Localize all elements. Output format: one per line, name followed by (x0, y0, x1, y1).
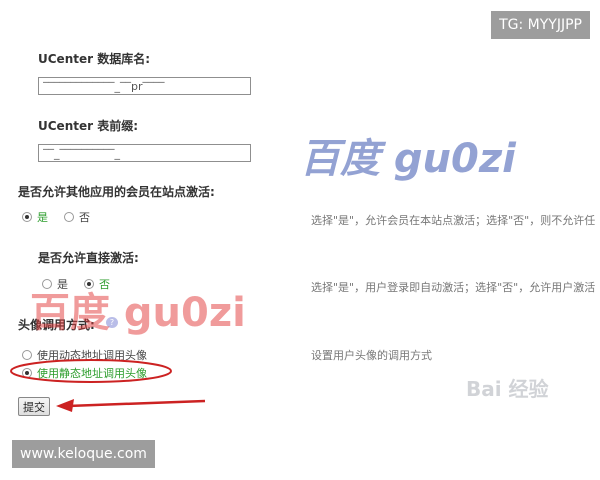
table-prefix-input[interactable] (38, 144, 251, 162)
help-icon: ? (106, 317, 118, 328)
avatar-static-label[interactable]: 使用静态地址调用头像 (37, 365, 147, 381)
avatar-static-radio[interactable] (22, 368, 32, 378)
baidu-jingyan-watermark: Bai 经验 (466, 377, 549, 401)
table-prefix-label: UCenter 表前缀: (38, 119, 139, 133)
other-app-activate-options: 是 否 (22, 209, 90, 225)
direct-activate-hint: 选择"是"，用户登录即自动激活；选择"否"，允许用户激活 (311, 281, 596, 294)
baidu-watermark-blue: 百度 gu0zi (300, 136, 516, 182)
site-url-tag: www.keloque.com (12, 440, 155, 468)
direct-activate-no-label[interactable]: 否 (99, 276, 110, 292)
avatar-dynamic-radio[interactable] (22, 350, 32, 360)
other-app-activate-no-radio[interactable] (64, 212, 74, 222)
other-app-activate-yes-radio[interactable] (22, 212, 32, 222)
direct-activate-label: 是否允许直接激活: (38, 251, 139, 265)
other-app-activate-label: 是否允许其他应用的会员在站点激活: (18, 185, 215, 199)
db-name-label: UCenter 数据库名: (38, 52, 151, 66)
avatar-mode-label: 头像调用方式: (18, 318, 95, 332)
other-app-activate-hint: 选择"是"，允许会员在本站点激活；选择"否"，则不允许任 (311, 214, 596, 227)
direct-activate-yes-label[interactable]: 是 (57, 276, 68, 292)
direct-activate-yes-radio[interactable] (42, 279, 52, 289)
avatar-mode-hint: 设置用户头像的调用方式 (311, 349, 432, 362)
direct-activate-options: 是 否 (42, 276, 110, 292)
avatar-static-option: 使用静态地址调用头像 (22, 365, 147, 381)
annotation-arrow-shaft (67, 399, 206, 408)
direct-activate-no-radio[interactable] (84, 279, 94, 289)
avatar-dynamic-label[interactable]: 使用动态地址调用头像 (37, 347, 147, 363)
annotation-overlay (10, 359, 206, 412)
avatar-dynamic-option: 使用动态地址调用头像 (22, 347, 147, 363)
annotation-arrowhead (56, 399, 74, 412)
tg-tag: TG: MYYJJPP (491, 11, 590, 39)
submit-button[interactable]: 提交 (18, 397, 50, 416)
db-name-input[interactable] (38, 77, 251, 95)
other-app-activate-no-label[interactable]: 否 (79, 209, 90, 225)
other-app-activate-yes-label[interactable]: 是 (37, 209, 48, 225)
